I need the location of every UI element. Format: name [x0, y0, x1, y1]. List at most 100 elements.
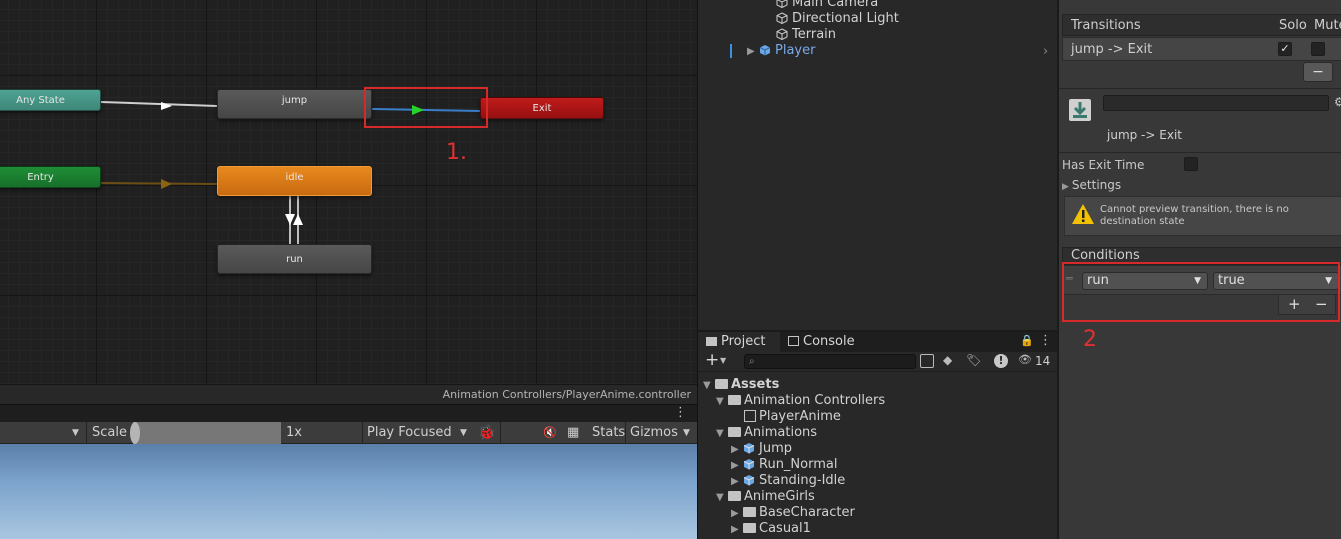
solo-checkbox[interactable]: ✓ [1278, 42, 1292, 56]
tree-item-animegirls[interactable]: ▼ AnimeGirls [716, 489, 815, 506]
hierarchy-item[interactable]: Main Camera [776, 0, 878, 11]
warning-filter-icon[interactable]: ! [994, 354, 1008, 368]
transition-anystate-jump[interactable] [100, 101, 218, 107]
toolbar-divider [625, 422, 626, 444]
scale-slider-handle[interactable] [130, 422, 140, 444]
filter-type-icon[interactable]: ◆ [943, 353, 952, 367]
tree-item-jump[interactable]: ▶ Jump [731, 441, 792, 458]
hierarchy-item[interactable]: Directional Light [776, 11, 899, 27]
model-cube-icon [743, 443, 755, 454]
state-run[interactable]: run [217, 244, 372, 274]
scale-value: 1x [286, 425, 302, 440]
tree-item-standing-idle[interactable]: ▶ Standing-Idle [731, 473, 845, 490]
tree-item-assets[interactable]: ▼ Assets [703, 377, 779, 394]
expand-arrow-icon[interactable]: ▶ [731, 458, 743, 474]
arrow-icon [161, 179, 172, 189]
animator-status-bar: Animation Controllers/PlayerAnime.contro… [0, 384, 697, 404]
transition-links [100, 101, 481, 244]
label-tag-icon[interactable]: 🏷 [966, 353, 981, 367]
folder-icon [706, 337, 717, 346]
add-icon[interactable]: + [705, 350, 719, 370]
tab-project[interactable]: Project [698, 332, 780, 352]
scale-slider-track[interactable] [133, 422, 281, 444]
expand-arrow-icon[interactable]: ▶ [731, 522, 743, 538]
chevron-right-icon[interactable]: › [1043, 44, 1048, 59]
folder-open-icon [728, 427, 741, 437]
remove-transition-button[interactable]: − [1303, 62, 1333, 82]
gameobject-cube-icon [776, 12, 788, 24]
game-viewport[interactable] [0, 444, 697, 539]
hidden-eye-icon[interactable]: 👁 [1018, 353, 1032, 366]
bug-icon[interactable]: 🐞 [478, 422, 495, 444]
state-idle[interactable]: idle [217, 166, 372, 196]
display-dropdown-arrow-icon[interactable]: ▼ [72, 422, 79, 444]
game-tab-bar: ⋮ [0, 404, 697, 422]
model-cube-icon [743, 475, 755, 486]
solo-column-label: Solo [1279, 18, 1307, 33]
tree-item-animation-controllers[interactable]: ▼ Animation Controllers [716, 393, 885, 410]
toolbar-divider [500, 422, 501, 444]
grid-icon[interactable]: ▦ [567, 422, 579, 444]
scale-label: Scale [92, 425, 127, 440]
tree-item-basecharacter[interactable]: ▶ BaseCharacter [731, 505, 855, 522]
arrow-icon [161, 102, 172, 110]
expand-arrow-icon[interactable]: ▼ [716, 490, 728, 506]
expand-arrow-icon[interactable]: ▶ [731, 442, 743, 458]
chevron-down-icon[interactable]: ▼ [460, 422, 467, 444]
selection-indicator [730, 44, 732, 58]
search-input[interactable]: ⌕ [744, 354, 916, 369]
chevron-down-icon[interactable]: ▼ [720, 356, 726, 365]
folder-icon [743, 523, 756, 533]
transition-asset-icon [1069, 99, 1091, 121]
project-toolbar: + ▼ ⌕ ◆ 🏷 ! 👁 14 [698, 350, 1058, 372]
transition-list-item[interactable]: jump -> Exit ✓ [1062, 37, 1341, 61]
expand-arrow-icon[interactable]: ▶ [731, 506, 743, 522]
has-exit-time-checkbox[interactable] [1184, 157, 1198, 171]
chevron-down-icon[interactable]: ▼ [683, 422, 690, 444]
folder-open-icon [715, 379, 728, 389]
settings-foldout[interactable]: ▶ Settings [1062, 178, 1121, 192]
controller-path: Animation Controllers/PlayerAnime.contro… [442, 388, 691, 401]
animator-graph[interactable]: Any State Entry jump Exit idle run 1. An… [0, 0, 697, 404]
expand-arrow-icon[interactable]: ▼ [703, 378, 715, 394]
project-tab-bar: Project Console 🔒 ⋮ [698, 332, 1058, 352]
tree-item-casual1[interactable]: ▶ Casual1 [731, 521, 811, 538]
tab-console[interactable]: Console [780, 332, 870, 352]
state-entry[interactable]: Entry [0, 166, 101, 188]
section-divider [1059, 152, 1341, 153]
tree-item-playeranime[interactable]: PlayerAnime [744, 409, 841, 425]
section-divider [1059, 88, 1341, 89]
model-cube-icon [743, 459, 755, 470]
search-by-type-icon[interactable] [920, 354, 934, 368]
console-icon [788, 336, 799, 346]
tree-item-run-normal[interactable]: ▶ Run_Normal [731, 457, 837, 474]
state-exit[interactable]: Exit [480, 97, 604, 119]
hierarchy-item[interactable]: Terrain [776, 27, 836, 43]
play-mode-dropdown[interactable]: Play Focused [367, 422, 452, 444]
transitions-header: Transitions Solo Mute [1062, 14, 1341, 36]
tree-item-animations[interactable]: ▼ Animations [716, 425, 817, 442]
expand-arrow-icon[interactable]: ▶ [731, 474, 743, 490]
state-any-state[interactable]: Any State [0, 89, 101, 111]
preview-warning-box: Cannot preview transition, there is no d… [1064, 196, 1341, 236]
kebab-menu-icon[interactable]: ⋮ [1039, 333, 1052, 348]
hierarchy-item-player[interactable]: ▶ Player [747, 43, 815, 60]
expand-arrow-icon[interactable]: ▼ [716, 426, 728, 442]
expand-arrow-icon[interactable]: ▼ [716, 394, 728, 410]
gear-icon[interactable]: ⚙ [1334, 95, 1341, 109]
stats-button[interactable]: Stats [592, 422, 625, 444]
transition-name-field[interactable] [1103, 95, 1329, 111]
transition-entry-idle[interactable] [100, 182, 218, 185]
toolbar-divider [362, 422, 363, 444]
lock-icon[interactable]: 🔒 [1020, 334, 1034, 347]
gizmos-button[interactable]: Gizmos [630, 422, 678, 444]
mute-audio-icon[interactable]: 🔇 [543, 422, 557, 444]
search-icon: ⌕ [749, 356, 755, 367]
mute-checkbox[interactable] [1311, 42, 1325, 56]
expand-arrow-icon[interactable]: ▶ [747, 44, 759, 60]
arrow-icon [293, 214, 303, 225]
state-jump[interactable]: jump [217, 89, 372, 119]
kebab-menu-icon[interactable]: ⋮ [674, 405, 687, 420]
transition-name: jump -> Exit [1071, 42, 1153, 57]
project-panel: Project Console 🔒 ⋮ + ▼ ⌕ ◆ 🏷 ! 👁 14 ▼ As… [697, 330, 1058, 539]
